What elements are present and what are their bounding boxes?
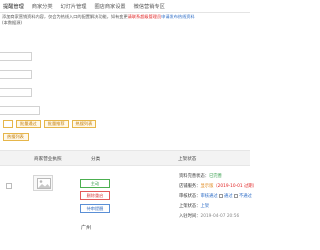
row-checkbox[interactable] bbox=[6, 183, 12, 189]
filter-input-category[interactable] bbox=[0, 70, 32, 79]
info-entry: 入驻时间：2019-04-07 20:56 bbox=[179, 213, 239, 219]
header-category: 分类 bbox=[91, 157, 101, 162]
info-audit: 资料完善状态：已完善 bbox=[179, 173, 222, 179]
license-image[interactable] bbox=[33, 175, 53, 191]
notice-text: 添加商家营销资料内容，仅会为热线入口的配置解决功能，如有变更 bbox=[2, 14, 128, 19]
top-navigation: 提醒管理 商家分类 幻灯片管理 圈店商家设置 微信营销专区 bbox=[0, 0, 250, 12]
filter-input-keyword[interactable] bbox=[0, 52, 32, 61]
info-shelf-value[interactable]: 上架 bbox=[200, 204, 209, 209]
hot-list-button[interactable]: 热搜列表 bbox=[71, 120, 97, 128]
filter-input-date[interactable] bbox=[0, 106, 40, 115]
review-pass-checkbox[interactable] bbox=[219, 193, 224, 198]
info-level-label: 店铺服务： bbox=[179, 184, 201, 189]
table-header: 商家营业执照 分类 上架状态 bbox=[0, 150, 250, 166]
select-all-button[interactable] bbox=[3, 120, 13, 128]
review-fail-option[interactable]: 不通过 bbox=[239, 194, 252, 199]
info-level: 店铺服务：显示版（2019-10-01 过期） bbox=[179, 183, 257, 189]
info-audit-label: 资料完善状态： bbox=[179, 174, 210, 179]
info-review-label: 审核状态： bbox=[179, 194, 201, 199]
nav-tab-reminders[interactable]: 提醒管理 bbox=[3, 3, 24, 10]
review-fail-checkbox[interactable] bbox=[234, 193, 239, 198]
header-license: 商家营业执照 bbox=[34, 157, 62, 162]
info-entry-value: 2019-04-07 20:56 bbox=[200, 214, 240, 219]
filter-input-status[interactable] bbox=[0, 88, 32, 97]
secondary-toolbar: 热搜列表 bbox=[0, 132, 32, 142]
activate-button[interactable]: 主动 bbox=[80, 179, 110, 188]
info-audit-value: 已完善 bbox=[209, 174, 222, 179]
batch-approve-button[interactable]: 批量通过 bbox=[16, 120, 41, 128]
notice-banner: 添加商家营销资料内容，仅会为热线入口的配置解决功能，如有变更请联系超级管理员申请… bbox=[0, 14, 250, 26]
nav-tab-slideshow[interactable]: 幻灯片管理 bbox=[61, 3, 87, 10]
notice-subtext: (本数据源) bbox=[2, 20, 23, 25]
info-level-date: （2019-10-01 过期） bbox=[213, 184, 257, 189]
pending-review-button[interactable]: 待审提醒 bbox=[80, 204, 110, 213]
notice-link[interactable]: 申请发布热线资料 bbox=[161, 14, 195, 19]
review-pass-option[interactable]: 通过 bbox=[224, 194, 233, 199]
info-shelf: 上架状态：上架 bbox=[179, 203, 209, 209]
hot-search-button[interactable]: 热搜列表 bbox=[3, 133, 29, 141]
notice-alert: 请联系超级管理员 bbox=[127, 14, 162, 19]
info-shelf-label: 上架状态： bbox=[179, 204, 201, 209]
nav-divider bbox=[0, 12, 250, 13]
nav-tab-store-settings[interactable]: 圈店商家设置 bbox=[94, 3, 125, 10]
batch-recommend-button[interactable]: 批量推荐 bbox=[43, 120, 69, 128]
info-level-value: 显示版 bbox=[200, 184, 214, 189]
header-status: 上架状态 bbox=[178, 157, 197, 162]
nav-tab-merchant-category[interactable]: 商家分类 bbox=[32, 3, 53, 10]
image-placeholder-icon bbox=[37, 178, 51, 189]
city-label: 广州 bbox=[81, 225, 92, 231]
info-review: 审核状态：审核通过 通过 不通过 bbox=[179, 193, 252, 199]
delete-restart-button[interactable]: 删除重启 bbox=[80, 191, 110, 200]
info-entry-label: 入驻时间： bbox=[179, 214, 201, 219]
action-toolbar: 批量通过 批量推荐 热搜列表 bbox=[0, 119, 99, 129]
nav-tab-wechat-marketing[interactable]: 微信营销专区 bbox=[134, 3, 165, 10]
info-review-value: 审核通过 bbox=[200, 194, 218, 199]
